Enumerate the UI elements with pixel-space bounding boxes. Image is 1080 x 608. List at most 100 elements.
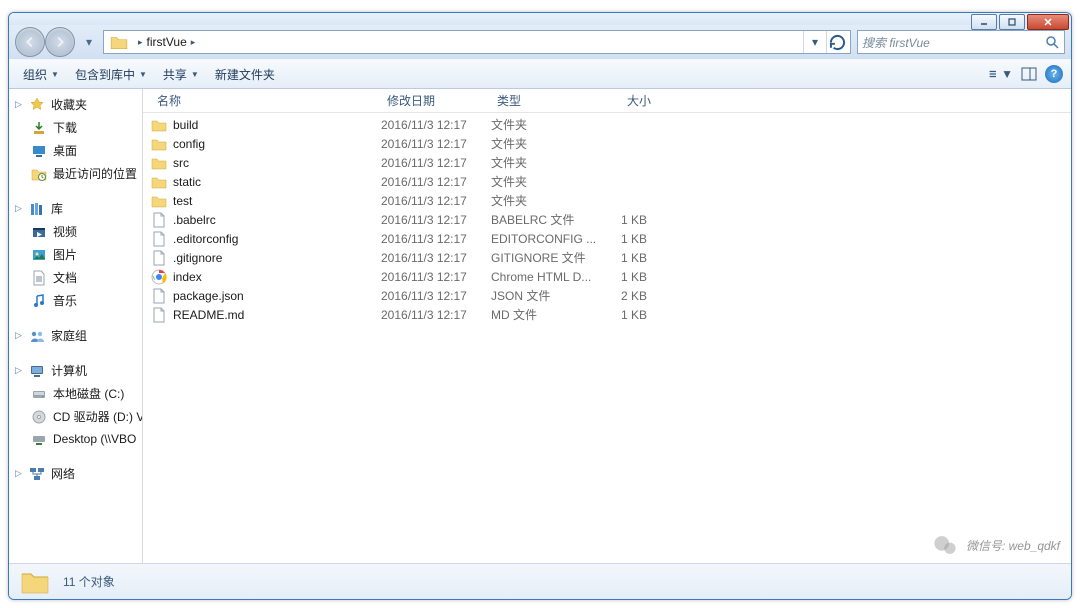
file-date: 2016/11/3 12:17 [381, 308, 491, 322]
close-button[interactable] [1027, 14, 1069, 30]
explorer-window: ▾ ▸ firstVue ▸ ▾ 搜索 firstVue 组织▼ 包含到库中▼ … [8, 12, 1072, 600]
sidebar-item-computer-1[interactable]: CD 驱动器 (D:) V [9, 405, 142, 428]
column-type[interactable]: 类型 [491, 92, 621, 109]
forward-button[interactable] [45, 27, 75, 57]
file-name: package.json [173, 289, 244, 303]
file-name: test [173, 194, 192, 208]
file-icon [151, 307, 167, 323]
status-bar: 11 个对象 [9, 563, 1071, 599]
folder-icon [151, 193, 167, 209]
sidebar-item-favorites-0[interactable]: 下载 [9, 116, 142, 139]
preview-pane-button[interactable] [1017, 63, 1041, 85]
file-date: 2016/11/3 12:17 [381, 251, 491, 265]
file-name: build [173, 118, 198, 132]
sidebar-item-libraries-0[interactable]: 视频 [9, 220, 142, 243]
breadcrumb-label: firstVue [147, 35, 187, 49]
file-type: EDITORCONFIG ... [491, 232, 621, 246]
address-dropdown[interactable]: ▾ [804, 31, 826, 53]
file-date: 2016/11/3 12:17 [381, 194, 491, 208]
refresh-button[interactable] [826, 31, 848, 53]
file-name: index [173, 270, 202, 284]
file-row[interactable]: index2016/11/3 12:17Chrome HTML D...1 KB [143, 267, 1071, 286]
sidebar-computer: ▷ 计算机 本地磁盘 (C:) CD 驱动器 (D:) V Desktop (\\V… [9, 359, 142, 450]
minimize-button[interactable] [971, 14, 997, 30]
sidebar-favorites: ▷ 收藏夹 下载桌面最近访问的位置 [9, 93, 142, 185]
homegroup-icon [29, 328, 45, 344]
sidebar-homegroup: ▷ 家庭组 [9, 324, 142, 347]
search-input[interactable]: 搜索 firstVue [857, 30, 1065, 54]
sidebar-item-libraries-2[interactable]: 文档 [9, 266, 142, 289]
nav-row: ▾ ▸ firstVue ▸ ▾ 搜索 firstVue [9, 25, 1071, 59]
file-type: JSON 文件 [491, 287, 621, 304]
file-date: 2016/11/3 12:17 [381, 137, 491, 151]
sidebar-homegroup-header[interactable]: ▷ 家庭组 [9, 324, 142, 347]
folder-icon [19, 566, 51, 598]
sidebar-computer-header[interactable]: ▷ 计算机 [9, 359, 142, 382]
file-row[interactable]: package.json2016/11/3 12:17JSON 文件2 KB [143, 286, 1071, 305]
file-size: 1 KB [621, 213, 691, 227]
sidebar-favorites-header[interactable]: ▷ 收藏夹 [9, 93, 142, 116]
nav-buttons [15, 27, 75, 57]
new-folder-button[interactable]: 新建文件夹 [209, 63, 281, 86]
sidebar-item-label: Desktop (\\VBO [53, 432, 136, 446]
sidebar-item-label: 视频 [53, 223, 77, 240]
sidebar-network-header[interactable]: ▷ 网络 [9, 462, 142, 485]
file-name: README.md [173, 308, 244, 322]
sidebar-item-computer-2[interactable]: Desktop (\\VBO [9, 428, 142, 450]
file-type: 文件夹 [491, 135, 621, 152]
organize-button[interactable]: 组织▼ [17, 63, 65, 86]
file-row[interactable]: src2016/11/3 12:17文件夹 [143, 153, 1071, 172]
file-row[interactable]: test2016/11/3 12:17文件夹 [143, 191, 1071, 210]
breadcrumb-folder[interactable]: firstVue ▸ [145, 31, 198, 53]
sidebar-item-favorites-1[interactable]: 桌面 [9, 139, 142, 162]
breadcrumb-root[interactable]: ▸ [132, 31, 145, 53]
network-icon [29, 466, 45, 482]
folder-icon [151, 155, 167, 171]
share-button[interactable]: 共享▼ [157, 63, 205, 86]
file-list[interactable]: build2016/11/3 12:17文件夹config2016/11/3 1… [143, 113, 1071, 563]
download-icon [31, 120, 47, 136]
sidebar-item-label: 本地磁盘 (C:) [53, 385, 124, 402]
file-row[interactable]: .gitignore2016/11/3 12:17GITIGNORE 文件1 K… [143, 248, 1071, 267]
file-row[interactable]: README.md2016/11/3 12:17MD 文件1 KB [143, 305, 1071, 324]
column-date[interactable]: 修改日期 [381, 92, 491, 109]
sidebar-libraries-header[interactable]: ▷ 库 [9, 197, 142, 220]
file-type: BABELRC 文件 [491, 211, 621, 228]
documents-icon [31, 270, 47, 286]
main-pane: 名称 修改日期 类型 大小 build2016/11/3 12:17文件夹con… [143, 89, 1071, 563]
help-button[interactable]: ? [1045, 65, 1063, 83]
nav-history-dropdown[interactable]: ▾ [81, 27, 97, 57]
back-button[interactable] [15, 27, 45, 57]
hdd-icon [31, 386, 47, 402]
sidebar-item-libraries-3[interactable]: 音乐 [9, 289, 142, 312]
folder-icon [151, 117, 167, 133]
address-bar[interactable]: ▸ firstVue ▸ ▾ [103, 30, 851, 54]
sidebar-item-libraries-1[interactable]: 图片 [9, 243, 142, 266]
sidebar-item-favorites-2[interactable]: 最近访问的位置 [9, 162, 142, 185]
file-type: 文件夹 [491, 154, 621, 171]
sidebar-item-label: 音乐 [53, 292, 77, 309]
library-icon [29, 201, 45, 217]
sidebar-item-computer-0[interactable]: 本地磁盘 (C:) [9, 382, 142, 405]
chrome-icon [151, 269, 167, 285]
sidebar-item-label: 文档 [53, 269, 77, 286]
file-row[interactable]: .babelrc2016/11/3 12:17BABELRC 文件1 KB [143, 210, 1071, 229]
file-name: .babelrc [173, 213, 216, 227]
view-options-button[interactable]: ▼ [989, 63, 1013, 85]
file-row[interactable]: .editorconfig2016/11/3 12:17EDITORCONFIG… [143, 229, 1071, 248]
maximize-button[interactable] [999, 14, 1025, 30]
file-date: 2016/11/3 12:17 [381, 232, 491, 246]
column-size[interactable]: 大小 [621, 92, 691, 109]
file-type: Chrome HTML D... [491, 270, 621, 284]
file-row[interactable]: config2016/11/3 12:17文件夹 [143, 134, 1071, 153]
file-name: src [173, 156, 189, 170]
column-name[interactable]: 名称 [151, 92, 381, 109]
include-in-library-button[interactable]: 包含到库中▼ [69, 63, 153, 86]
file-row[interactable]: static2016/11/3 12:17文件夹 [143, 172, 1071, 191]
pictures-icon [31, 247, 47, 263]
cd-icon [31, 409, 47, 425]
recent-icon [31, 166, 47, 182]
status-count: 11 个对象 [63, 573, 115, 590]
file-row[interactable]: build2016/11/3 12:17文件夹 [143, 115, 1071, 134]
desktop-icon [31, 143, 47, 159]
